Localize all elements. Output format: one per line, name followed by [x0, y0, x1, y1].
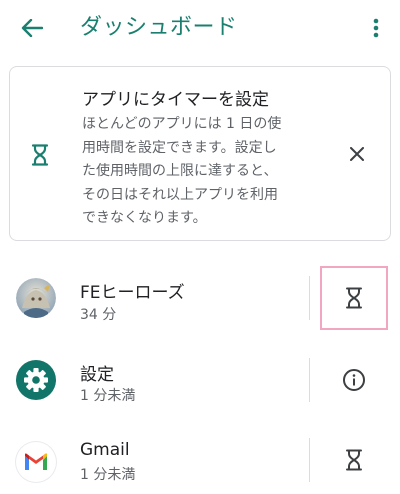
app-timer-card: アプリにタイマーを設定 ほとんどのアプリには 1 日の使 用時間を設定できます。… [9, 66, 391, 241]
page-title: ダッシュボード [80, 15, 238, 40]
card-description-line: その日はそれ以上アプリを利用 [82, 186, 278, 203]
card-description-line: た使用時間の上限に達すると、 [82, 163, 278, 179]
app-usage-time: 1 分未満 [80, 388, 136, 404]
app-usage-time: 34 分 [80, 307, 117, 323]
gmail-app-icon [16, 442, 56, 482]
dismiss-card-button[interactable] [346, 143, 368, 165]
app-name: FEヒーローズ [80, 283, 185, 303]
card-title: アプリにタイマーを設定 [82, 90, 269, 110]
card-description-line: できなくなります。 [82, 210, 207, 226]
arrow-back-icon [21, 19, 43, 37]
app-row-gmail[interactable]: Gmail 1 分未満 [0, 424, 400, 494]
more-vert-icon [373, 18, 379, 38]
app-name: 設定 [80, 365, 114, 385]
set-timer-button[interactable] [320, 266, 388, 330]
more-options-button[interactable] [362, 12, 390, 44]
fe-heroes-app-icon [16, 278, 56, 318]
hourglass-icon [346, 287, 362, 309]
close-icon [350, 147, 364, 161]
row-divider [309, 276, 310, 320]
hourglass-icon [31, 144, 49, 166]
card-description-line: 用時間を設定できます。設定し [82, 139, 277, 156]
hourglass-icon [346, 449, 362, 471]
card-description-line: ほとんどのアプリには 1 日の使 [82, 116, 282, 132]
settings-app-icon [16, 360, 56, 400]
app-row-fe-heroes[interactable]: FEヒーローズ 34 分 [0, 256, 400, 340]
info-icon [343, 369, 365, 391]
row-divider [309, 358, 310, 402]
app-usage-time: 1 分未満 [80, 467, 136, 483]
card-description: ほとんどのアプリには 1 日の使 用時間を設定できます。設定し た使用時間の上限… [82, 113, 322, 231]
app-info-button[interactable] [320, 348, 388, 412]
app-bar: ダッシュボード [0, 0, 400, 56]
row-divider [309, 438, 310, 482]
app-name: Gmail [80, 440, 130, 460]
set-timer-button[interactable] [320, 428, 388, 492]
back-button[interactable] [14, 14, 50, 42]
app-row-settings[interactable]: 設定 1 分未満 [0, 340, 400, 424]
